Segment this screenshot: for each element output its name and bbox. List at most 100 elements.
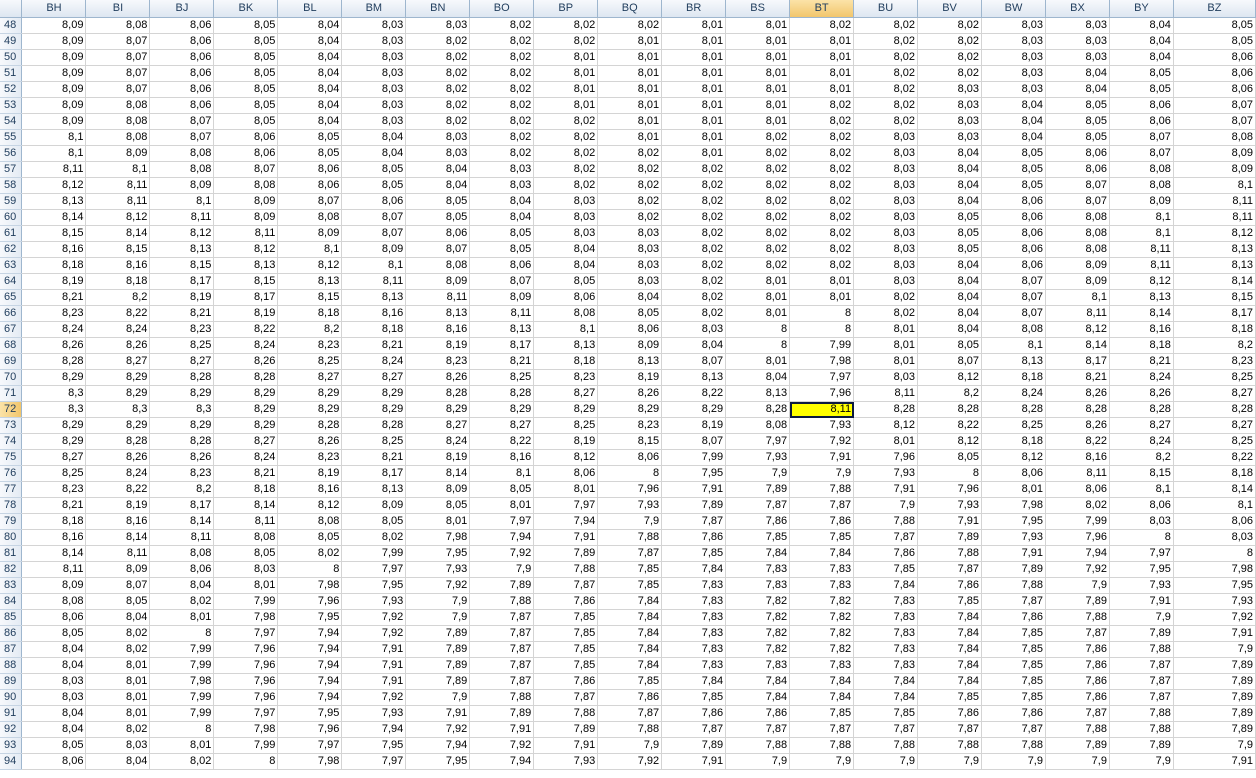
cell-br52[interactable]: 8,01 [661, 81, 727, 98]
column-header-by[interactable]: BY [1109, 0, 1174, 18]
cell-br89[interactable]: 7,84 [661, 673, 727, 690]
cell-bx56[interactable]: 8,06 [1045, 145, 1110, 162]
cell-bw51[interactable]: 8,03 [981, 65, 1046, 82]
cell-bs72[interactable]: 8,28 [725, 401, 791, 418]
cell-bs88[interactable]: 7,83 [725, 657, 791, 674]
cell-bj86[interactable]: 8 [149, 625, 215, 642]
cell-bs53[interactable]: 8,01 [725, 97, 791, 114]
cell-bm61[interactable]: 8,07 [341, 225, 407, 242]
cell-bs59[interactable]: 8,02 [725, 193, 791, 210]
cell-bi63[interactable]: 8,16 [85, 257, 151, 274]
cell-bt71[interactable]: 7,96 [789, 385, 855, 402]
cell-bu75[interactable]: 7,96 [853, 449, 919, 466]
cell-bw61[interactable]: 8,06 [981, 225, 1046, 242]
cell-bl83[interactable]: 7,98 [277, 577, 343, 594]
cell-bx83[interactable]: 7,9 [1045, 577, 1110, 594]
cell-bj72[interactable]: 8,3 [149, 401, 215, 418]
cell-bk55[interactable]: 8,06 [213, 129, 279, 146]
cell-bo57[interactable]: 8,03 [469, 161, 535, 178]
row-header-55[interactable]: 55 [0, 129, 23, 146]
cell-bs69[interactable]: 8,01 [725, 353, 791, 370]
row-header-85[interactable]: 85 [0, 609, 23, 626]
cell-bu74[interactable]: 8,01 [853, 433, 919, 450]
cell-bp75[interactable]: 8,12 [533, 449, 599, 466]
cell-bq82[interactable]: 7,85 [597, 561, 663, 578]
row-header-92[interactable]: 92 [0, 721, 23, 738]
cell-br48[interactable]: 8,01 [661, 17, 727, 34]
cell-bp72[interactable]: 8,29 [533, 401, 599, 418]
cell-bx71[interactable]: 8,26 [1045, 385, 1110, 402]
cell-by63[interactable]: 8,11 [1109, 257, 1174, 274]
cell-bz70[interactable]: 8,25 [1173, 369, 1256, 386]
cell-bt75[interactable]: 7,91 [789, 449, 855, 466]
cell-br78[interactable]: 7,89 [661, 497, 727, 514]
cell-bw87[interactable]: 7,85 [981, 641, 1046, 658]
cell-bx73[interactable]: 8,26 [1045, 417, 1110, 434]
cell-bo67[interactable]: 8,13 [469, 321, 535, 338]
cell-bj50[interactable]: 8,06 [149, 49, 215, 66]
cell-bn86[interactable]: 7,89 [405, 625, 471, 642]
cell-bs85[interactable]: 7,82 [725, 609, 791, 626]
cell-bk77[interactable]: 8,18 [213, 481, 279, 498]
cell-bj83[interactable]: 8,04 [149, 577, 215, 594]
cell-bt93[interactable]: 7,88 [789, 737, 855, 754]
cell-bn70[interactable]: 8,26 [405, 369, 471, 386]
cell-bn74[interactable]: 8,24 [405, 433, 471, 450]
cell-bp87[interactable]: 7,85 [533, 641, 599, 658]
cell-bp76[interactable]: 8,06 [533, 465, 599, 482]
cell-bv88[interactable]: 7,84 [917, 657, 983, 674]
cell-bv69[interactable]: 8,07 [917, 353, 983, 370]
cell-bu85[interactable]: 7,83 [853, 609, 919, 626]
cell-bw78[interactable]: 7,98 [981, 497, 1046, 514]
cell-bi59[interactable]: 8,11 [85, 193, 151, 210]
cell-bq85[interactable]: 7,84 [597, 609, 663, 626]
cell-by68[interactable]: 8,18 [1109, 337, 1174, 354]
cell-bk87[interactable]: 7,96 [213, 641, 279, 658]
cell-bp50[interactable]: 8,01 [533, 49, 599, 66]
cell-bo65[interactable]: 8,09 [469, 289, 535, 306]
cell-bh62[interactable]: 8,16 [21, 241, 87, 258]
cell-bt79[interactable]: 7,86 [789, 513, 855, 530]
cell-bz90[interactable]: 7,89 [1173, 689, 1256, 706]
column-header-bo[interactable]: BO [469, 0, 535, 18]
cell-bo63[interactable]: 8,06 [469, 257, 535, 274]
cell-bl85[interactable]: 7,95 [277, 609, 343, 626]
cell-bx66[interactable]: 8,11 [1045, 305, 1110, 322]
cell-bv87[interactable]: 7,84 [917, 641, 983, 658]
cell-bo60[interactable]: 8,04 [469, 209, 535, 226]
cell-bi94[interactable]: 8,04 [85, 753, 151, 770]
cell-bz59[interactable]: 8,11 [1173, 193, 1256, 210]
cell-bl80[interactable]: 8,05 [277, 529, 343, 546]
cell-bi52[interactable]: 8,07 [85, 81, 151, 98]
cell-bo70[interactable]: 8,25 [469, 369, 535, 386]
cell-bm90[interactable]: 7,92 [341, 689, 407, 706]
cell-bm62[interactable]: 8,09 [341, 241, 407, 258]
cell-bm51[interactable]: 8,03 [341, 65, 407, 82]
cell-bn72[interactable]: 8,29 [405, 401, 471, 418]
cell-bv59[interactable]: 8,04 [917, 193, 983, 210]
cell-bl78[interactable]: 8,12 [277, 497, 343, 514]
cell-bt64[interactable]: 8,01 [789, 273, 855, 290]
cell-bj84[interactable]: 8,02 [149, 593, 215, 610]
cell-bi89[interactable]: 8,01 [85, 673, 151, 690]
cell-bz58[interactable]: 8,1 [1173, 177, 1256, 194]
cell-bw79[interactable]: 7,95 [981, 513, 1046, 530]
row-header-82[interactable]: 82 [0, 561, 23, 578]
row-header-48[interactable]: 48 [0, 17, 23, 34]
column-header-br[interactable]: BR [661, 0, 727, 18]
cell-bj53[interactable]: 8,06 [149, 97, 215, 114]
cell-bk54[interactable]: 8,05 [213, 113, 279, 130]
cell-bo50[interactable]: 8,02 [469, 49, 535, 66]
cell-bs57[interactable]: 8,02 [725, 161, 791, 178]
cell-bw74[interactable]: 8,18 [981, 433, 1046, 450]
row-header-86[interactable]: 86 [0, 625, 23, 642]
cell-bu66[interactable]: 8,02 [853, 305, 919, 322]
cell-bo79[interactable]: 7,97 [469, 513, 535, 530]
cell-bj58[interactable]: 8,09 [149, 177, 215, 194]
cell-bq61[interactable]: 8,03 [597, 225, 663, 242]
cell-bq92[interactable]: 7,88 [597, 721, 663, 738]
cell-bu91[interactable]: 7,85 [853, 705, 919, 722]
cell-bq66[interactable]: 8,05 [597, 305, 663, 322]
row-header-62[interactable]: 62 [0, 241, 23, 258]
cell-bs48[interactable]: 8,01 [725, 17, 791, 34]
